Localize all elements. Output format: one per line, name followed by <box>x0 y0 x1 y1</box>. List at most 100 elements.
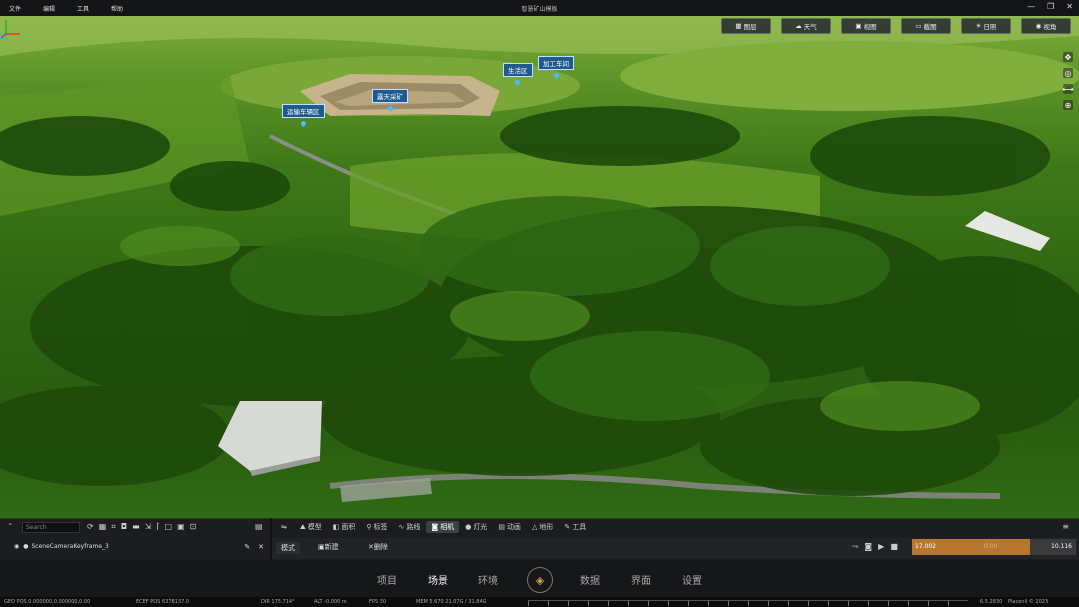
nav-environment[interactable]: 环境 <box>478 572 498 587</box>
tab-tools[interactable]: ✎ 工具 <box>559 521 591 533</box>
maximize-icon[interactable]: ❐ <box>1047 2 1054 11</box>
delete-keyframe-button[interactable]: ✕删除 <box>368 542 388 552</box>
weather-button[interactable]: ☁ 天气 <box>781 18 831 34</box>
tab-label[interactable]: ⚲ 标签 <box>361 521 392 533</box>
tools-icon: ✎ <box>564 523 571 531</box>
altitude: ALT -0.000 m <box>314 599 347 605</box>
layer-toolbar: ⟳ ▦ ⌗ ◘ ▬ ⇲ ⌈ □ ▣ ⊡ <box>87 522 196 532</box>
focus-icon[interactable]: ⌗ <box>111 522 116 532</box>
marker-label: 生活区 <box>503 63 533 77</box>
model-icon: ⛰ <box>299 522 306 531</box>
refresh-icon[interactable]: ⟳ <box>87 522 94 532</box>
ecef-position: ECEF POS 6378137.0 <box>136 599 190 605</box>
marker-open-pit[interactable]: 露天采矿 <box>372 89 408 113</box>
bracket-icon[interactable]: ⌈ <box>156 522 159 532</box>
folder-icon[interactable]: ▬ <box>132 522 140 532</box>
layer-item[interactable]: ◉ ● SceneCameraKeyframe_3 ✎ ✕ <box>14 540 264 553</box>
fps: FPS 30 <box>369 599 387 605</box>
marker-label: 运输车辆区 <box>282 104 325 118</box>
weather-icon: ☁ <box>795 22 802 30</box>
tab-light[interactable]: ● 灯光 <box>460 521 492 533</box>
nav-interface[interactable]: 界面 <box>631 572 651 587</box>
grid-icon[interactable]: ▦ <box>99 522 107 532</box>
marker-living-area[interactable]: 生活区 <box>503 63 533 87</box>
menu-help[interactable]: 帮助 <box>111 4 123 13</box>
label-icon: ⚲ <box>366 523 372 531</box>
light-icon: ● <box>465 523 472 531</box>
timeline-ruler <box>528 600 968 606</box>
marker-transport[interactable]: 运输车辆区 <box>282 104 325 128</box>
layer-name: SceneCameraKeyframe_3 <box>31 543 109 550</box>
menu-tools[interactable]: 工具 <box>77 4 89 13</box>
nav-settings[interactable]: 设置 <box>682 572 702 587</box>
location-pin-icon <box>514 78 522 87</box>
nav-project[interactable]: 项目 <box>377 572 397 587</box>
window-controls: — ❐ ✕ <box>1027 2 1073 11</box>
frame-icon[interactable]: ▣ <box>177 522 185 532</box>
mode-button[interactable]: 模式 <box>276 542 300 554</box>
camera-icon: ◙ <box>431 523 439 531</box>
perspective-button[interactable]: ◉ 视角 <box>1021 18 1071 34</box>
menu-file[interactable]: 文件 <box>9 4 21 13</box>
collapse-icon[interactable]: ⌃ <box>7 522 14 531</box>
stop-icon[interactable]: ■ <box>890 542 898 552</box>
memory: MEM 5.670 21.07G / 31.84G <box>416 599 487 605</box>
globe-icon[interactable]: ◎ <box>1063 68 1073 78</box>
tab-animation[interactable]: ▤ 动画 <box>493 521 526 533</box>
play-icon[interactable]: ▶ <box>878 542 884 552</box>
screenshot-icon: ▭ <box>915 22 922 30</box>
location-pin-icon <box>299 119 307 128</box>
square-icon[interactable]: □ <box>165 522 173 532</box>
timeline-slider[interactable]: 17.002 0.00 10.116 <box>912 539 1076 555</box>
tool-tabs: ⇋ ⛰ 模型 ◧ 面积 ⚲ 标签 ∿ 路线 ◙ 相机 ● 灯光 ▤ 动画 △ 地形 ✎ 工具 <box>276 521 592 533</box>
tab-collapse[interactable]: ⇋ <box>276 522 294 532</box>
nav-data[interactable]: 数据 <box>580 572 600 587</box>
direction: DIR 175.714° <box>261 599 295 605</box>
terrain-icon: △ <box>531 523 538 531</box>
view-button[interactable]: ▣ 视图 <box>841 18 891 34</box>
minimize-icon[interactable]: — <box>1027 2 1035 11</box>
new-keyframe-button[interactable]: ▣新建 <box>318 542 339 552</box>
navigation-tools: ✥ ◎ ⟷ ⊕ <box>1062 52 1074 110</box>
scene-render <box>0 16 1079 502</box>
animation-icon: ▤ <box>498 523 505 531</box>
close-icon[interactable]: ✕ <box>258 543 264 551</box>
timeline-current: 0.00 <box>984 543 998 550</box>
tab-model[interactable]: ⛰ 模型 <box>295 521 327 533</box>
tab-terrain[interactable]: △ 地形 <box>527 521 558 533</box>
search-input[interactable]: Search <box>22 522 80 533</box>
marker-workshop[interactable]: 加工车间 <box>538 56 574 80</box>
timeline-start: 17.002 <box>915 543 936 550</box>
camera-icon[interactable]: ◘ <box>121 522 127 532</box>
nav-scene[interactable]: 场景 <box>428 572 448 587</box>
record-icon[interactable]: ◙ <box>864 542 872 552</box>
panel-menu-icon[interactable]: ▤ <box>255 522 263 531</box>
lock-icon[interactable]: ⊡ <box>190 522 197 532</box>
sunlight-button[interactable]: ☀ 日照 <box>961 18 1011 34</box>
eye-icon: ◉ <box>1035 22 1042 30</box>
measure-icon[interactable]: ⟷ <box>1062 84 1074 94</box>
copyright: Placenil © 2023 <box>1008 599 1049 605</box>
timeline-end: 10.116 <box>1051 543 1072 550</box>
axis-gizmo-icon <box>0 20 20 39</box>
menu-icon[interactable]: ≡ <box>1062 522 1069 531</box>
screenshot-button[interactable]: ▭ 截图 <box>901 18 951 34</box>
compass-icon[interactable]: ⊕ <box>1063 100 1073 110</box>
camera-keyframe-icon: ● <box>23 543 29 550</box>
close-icon[interactable]: ✕ <box>1066 2 1073 11</box>
edit-icon[interactable]: ✎ <box>244 543 250 551</box>
tab-area[interactable]: ◧ 面积 <box>328 521 361 533</box>
scene-viewport[interactable]: ▦ 图层 ☁ 天气 ▣ 视图 ▭ 截图 ☀ 日照 ◉ 视角 ✥ ◎ ⟷ ⊕ 运输车辆区 露天… <box>0 16 1079 518</box>
tab-route[interactable]: ∿ 路线 <box>394 521 426 533</box>
layers-button[interactable]: ▦ 图层 <box>721 18 771 34</box>
move-icon[interactable]: ✥ <box>1063 52 1073 62</box>
import-icon[interactable]: ⇲ <box>145 522 152 532</box>
tab-camera[interactable]: ◙ 相机 <box>426 521 460 533</box>
route-icon: ∿ <box>398 523 405 531</box>
visibility-eye-icon[interactable]: ◉ <box>14 543 19 550</box>
menu-edit[interactable]: 编辑 <box>43 4 55 13</box>
collapse-icon: ⇋ <box>281 523 287 531</box>
path-icon[interactable]: ⤳ <box>852 542 858 552</box>
geo-position: GEO POS 0.000000,0.000000,0.00 <box>4 599 91 605</box>
home-logo-icon[interactable]: ◈ <box>527 567 553 593</box>
